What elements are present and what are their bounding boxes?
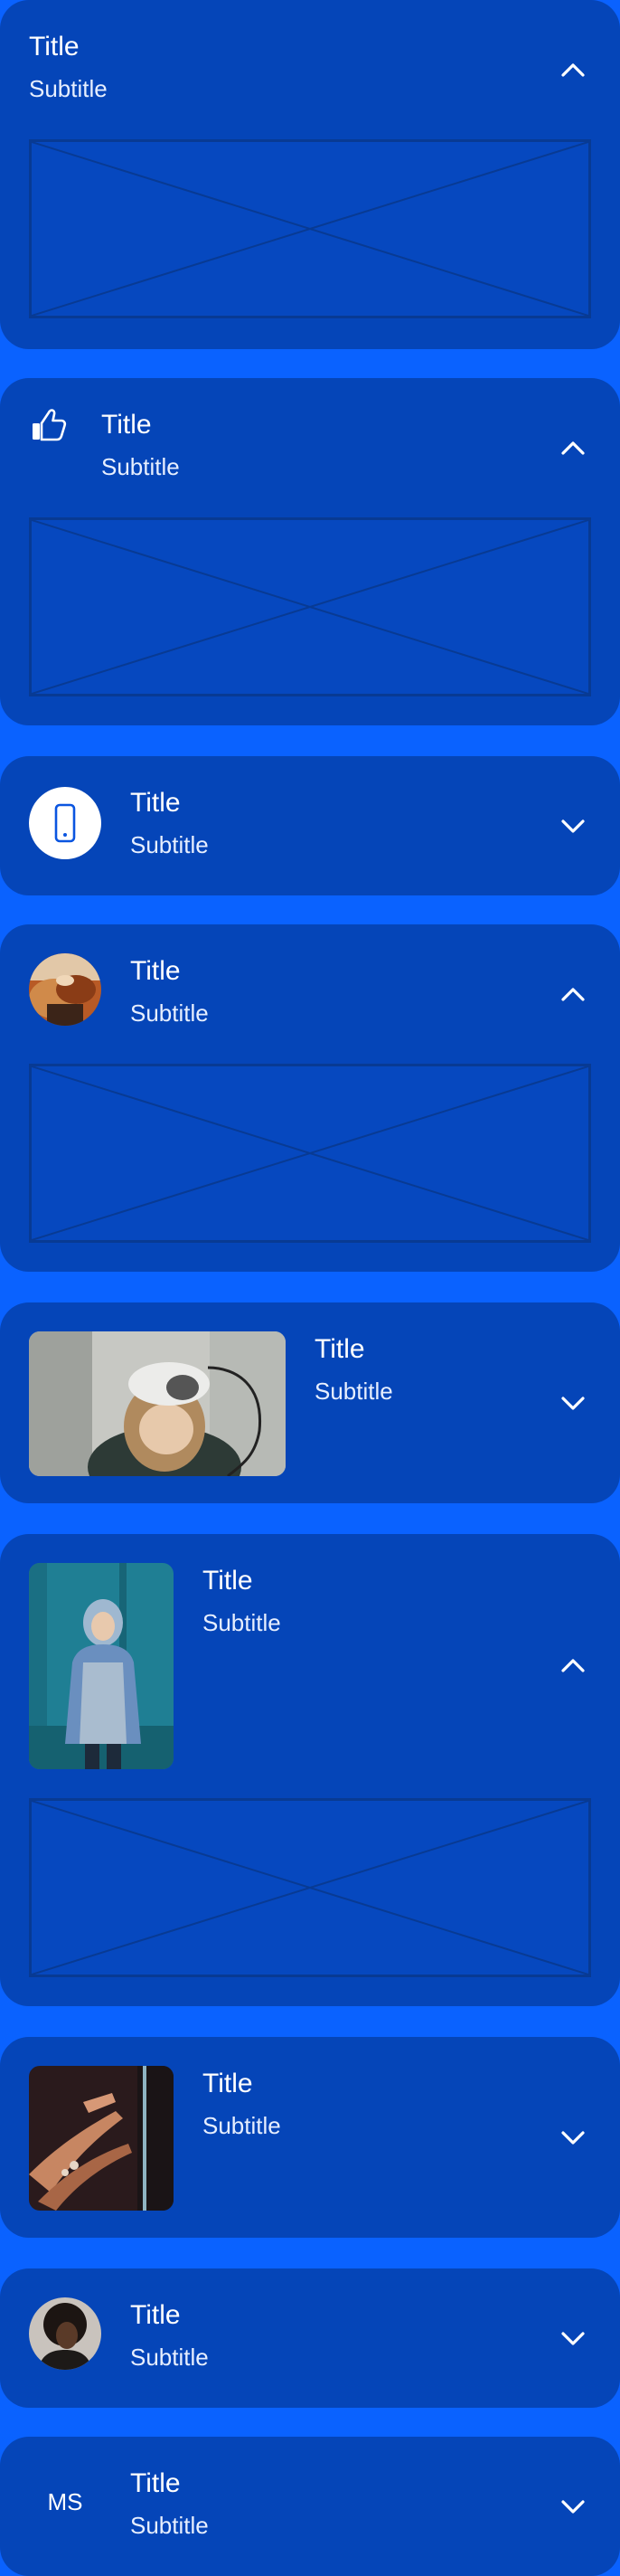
- accordion-item[interactable]: Title Subtitle: [0, 2037, 620, 2238]
- item-title: Title: [130, 2468, 181, 2498]
- chevron-down-icon[interactable]: [553, 2318, 593, 2358]
- chevron-down-icon[interactable]: [553, 1383, 593, 1423]
- item-subtitle: Subtitle: [101, 453, 180, 480]
- content-placeholder: [29, 1798, 591, 1977]
- accordion-item[interactable]: Title Subtitle: [0, 2268, 620, 2408]
- item-title: Title: [130, 956, 181, 986]
- chevron-down-icon[interactable]: [553, 806, 593, 846]
- accordion-item[interactable]: Title Subtitle: [0, 1302, 620, 1503]
- accordion-item[interactable]: Title Subtitle: [0, 0, 620, 349]
- item-subtitle: Subtitle: [202, 1609, 281, 1636]
- accordion-item[interactable]: MS Title Subtitle: [0, 2437, 620, 2576]
- square-photo-hands: [29, 2066, 174, 2211]
- accordion-item[interactable]: Title Subtitle: [0, 924, 620, 1272]
- item-title: Title: [29, 32, 80, 62]
- item-subtitle: Subtitle: [130, 2512, 209, 2539]
- chevron-up-icon[interactable]: [553, 51, 593, 90]
- item-title: Title: [130, 2300, 181, 2330]
- item-subtitle: Subtitle: [29, 75, 108, 102]
- item-subtitle: Subtitle: [130, 999, 209, 1027]
- item-subtitle: Subtitle: [130, 2344, 209, 2371]
- round-photo: [29, 953, 101, 1026]
- item-subtitle: Subtitle: [202, 2112, 281, 2139]
- item-subtitle: Subtitle: [315, 1378, 393, 1405]
- chevron-up-icon[interactable]: [553, 975, 593, 1015]
- item-subtitle: Subtitle: [130, 831, 209, 858]
- tall-photo-person-hoodie: [29, 1563, 174, 1769]
- chevron-down-icon[interactable]: [553, 2117, 593, 2157]
- content-placeholder: [29, 1064, 591, 1243]
- item-title: Title: [101, 410, 152, 440]
- leading-icon-circle: [29, 787, 101, 859]
- item-title: Title: [202, 2069, 253, 2098]
- accordion-item[interactable]: Title Subtitle: [0, 1534, 620, 2006]
- chevron-down-icon[interactable]: [553, 2486, 593, 2526]
- chevron-up-icon[interactable]: [553, 1646, 593, 1686]
- accordion-list-page: { "colors": { "background": "#0a62ff", "…: [0, 0, 620, 2576]
- accordion-item[interactable]: Title Subtitle: [0, 378, 620, 725]
- content-placeholder: [29, 139, 591, 318]
- avatar-initials: MS: [47, 2488, 83, 2515]
- thumbs-up-icon: [33, 409, 67, 441]
- chevron-up-icon[interactable]: [553, 429, 593, 469]
- content-placeholder: [29, 517, 591, 696]
- item-title: Title: [202, 1566, 253, 1596]
- smartphone-icon: [54, 803, 76, 843]
- wide-photo-vr-headset: [29, 1331, 286, 1476]
- item-title: Title: [130, 788, 181, 818]
- item-title: Title: [315, 1334, 365, 1364]
- accordion-item[interactable]: Title Subtitle: [0, 756, 620, 895]
- avatar-photo: [29, 2297, 101, 2370]
